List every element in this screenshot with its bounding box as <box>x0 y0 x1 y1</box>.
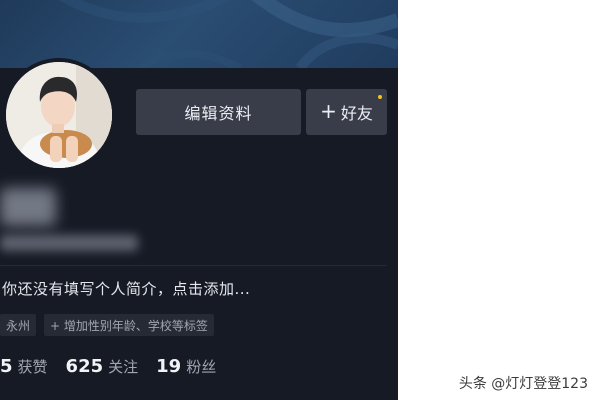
location-tag[interactable]: 永州 <box>0 314 37 336</box>
edit-profile-label: 编辑资料 <box>184 104 253 123</box>
add-tags-label: + 增加性别年龄、学校等标签 <box>50 318 208 333</box>
stat-following[interactable]: 625 关注 <box>66 356 139 377</box>
add-friend-button[interactable]: + 好友 <box>306 89 387 135</box>
profile-screen: 编辑资料 + 好友 你还没有填写个人简介，点击添加... 永州 + 增加性别年龄… <box>0 0 398 400</box>
location-tag-label: 永州 <box>6 318 31 333</box>
bio-text[interactable]: 你还没有填写个人简介，点击添加... <box>2 278 250 299</box>
likes-count: 5 <box>0 356 13 377</box>
notification-dot <box>378 95 382 99</box>
user-id-blurred <box>0 235 138 251</box>
followers-label: 粉丝 <box>186 358 217 376</box>
profile-stats: 5 获赞 625 关注 19 粉丝 <box>0 356 234 384</box>
edit-profile-button[interactable]: 编辑资料 <box>136 89 301 135</box>
add-tags-button[interactable]: + 增加性别年龄、学校等标签 <box>44 314 214 336</box>
plus-icon: + <box>320 99 337 123</box>
stat-likes[interactable]: 5 获赞 <box>0 356 48 377</box>
watermark: 头条 @灯灯登登123 <box>458 376 588 392</box>
followers-count: 19 <box>156 356 182 377</box>
avatar[interactable] <box>6 62 112 168</box>
username-blurred <box>0 188 56 226</box>
avatar-frame[interactable] <box>2 58 116 172</box>
stat-followers[interactable]: 19 粉丝 <box>156 356 216 377</box>
likes-label: 获赞 <box>17 358 48 376</box>
add-friend-label: 好友 <box>340 104 373 123</box>
avatar-image <box>6 62 112 168</box>
following-count: 625 <box>65 356 104 377</box>
divider <box>0 265 386 266</box>
following-label: 关注 <box>108 358 139 376</box>
